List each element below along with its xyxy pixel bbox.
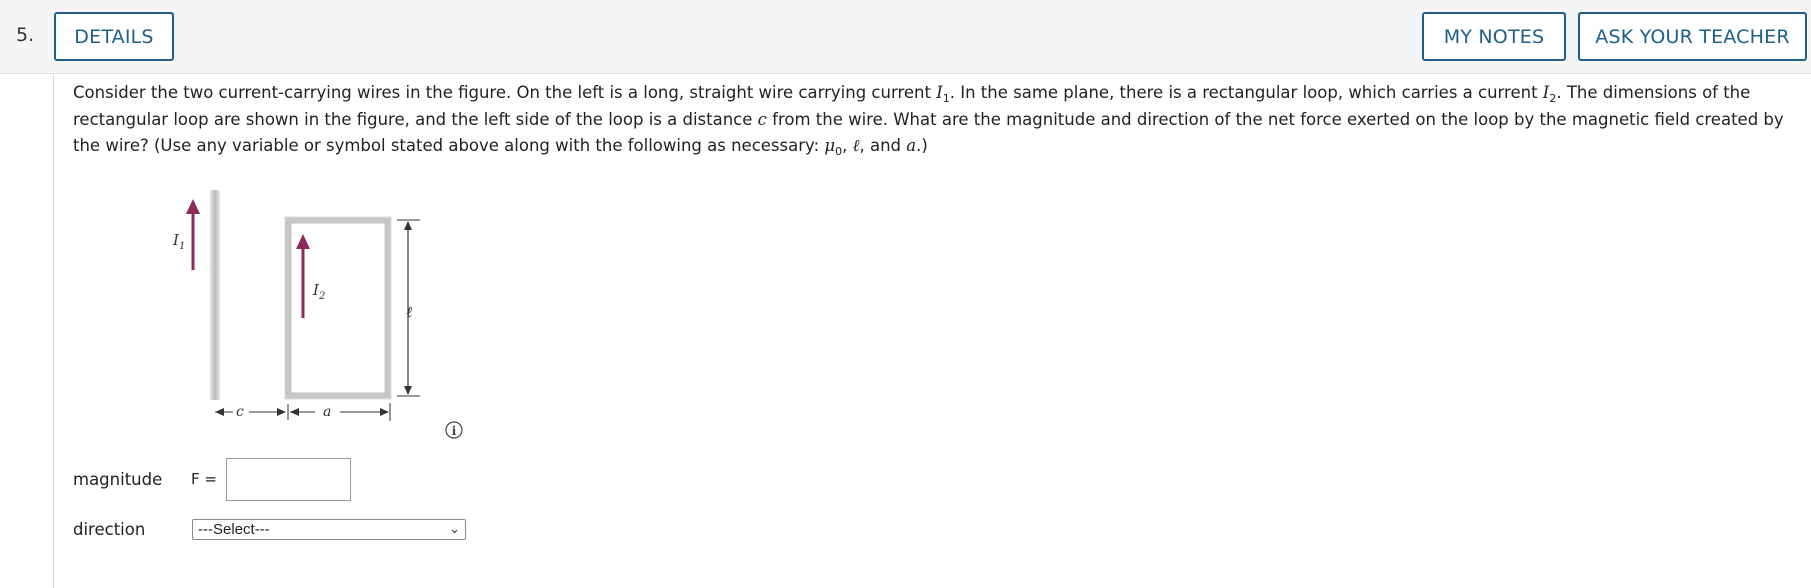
magnitude-answer-input[interactable] — [226, 458, 351, 501]
magnitude-label: magnitude — [73, 470, 163, 489]
wire-loop-figure: I1 I2 ℓ c a i — [160, 190, 480, 450]
force-equation-label: F = — [191, 470, 217, 488]
my-notes-button[interactable]: MY NOTES — [1422, 12, 1566, 61]
divider — [53, 74, 54, 588]
direction-label: direction — [73, 520, 146, 539]
question-prompt: Consider the two current-carrying wires … — [73, 83, 1784, 158]
info-icon[interactable]: i — [445, 421, 463, 439]
question-header: 5. DETAILS MY NOTES ASK YOUR TEACHER — [0, 0, 1811, 74]
direction-select[interactable]: ---Select--- ⌄ — [192, 519, 466, 540]
details-button[interactable]: DETAILS — [54, 12, 174, 61]
current-i1-arrow-icon — [186, 199, 200, 270]
straight-wire — [210, 190, 220, 400]
c-label: c — [236, 404, 244, 420]
question-number: 5. — [16, 24, 35, 46]
ask-teacher-button[interactable]: ASK YOUR TEACHER — [1578, 12, 1807, 61]
a-label: a — [323, 404, 331, 420]
i1-figure-label: I1 — [172, 231, 185, 252]
direction-selected-value: ---Select--- — [198, 521, 270, 538]
length-label: ℓ — [406, 303, 412, 321]
chevron-down-icon: ⌄ — [449, 521, 460, 536]
a-dimension — [290, 403, 391, 421]
c-dimension — [215, 404, 289, 420]
i2-figure-label: I2 — [312, 281, 325, 302]
current-i2-arrow-icon — [296, 234, 310, 318]
svg-text:i: i — [452, 424, 457, 438]
